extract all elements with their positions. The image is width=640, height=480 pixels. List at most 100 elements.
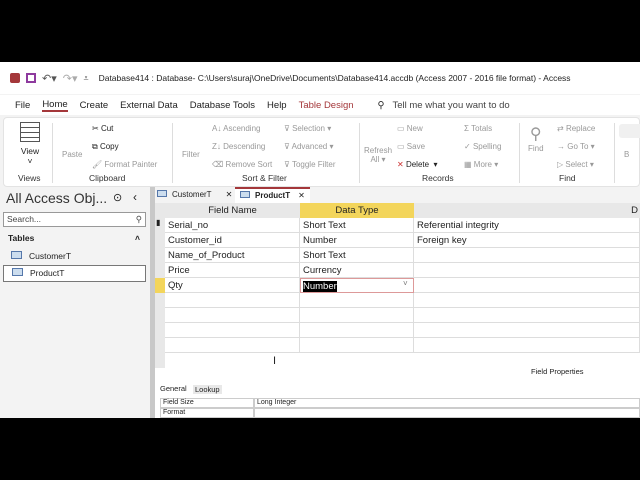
field-name-cell[interactable]: Qty [165,278,300,293]
datatype-dropdown-icon[interactable]: ˅ [403,279,408,288]
totals-button[interactable]: Σ Totals [464,124,492,133]
nav-item-customert[interactable]: CustomerT [3,248,146,264]
field-name-cell[interactable] [165,323,300,338]
search-icon: ⚲ [135,214,142,224]
cut-button[interactable]: ✂ Cut [92,124,113,133]
new-record-button[interactable]: ▭ New [397,124,423,133]
replace-button[interactable]: ⇄ Replace [557,124,595,133]
clipboard-group-label: Clipboard [89,173,126,183]
description-cell[interactable] [414,263,640,278]
font-box[interactable] [619,124,640,138]
select-button[interactable]: ▷ Select ▾ [557,160,594,169]
undo-icon[interactable]: ↶▾ [42,72,57,85]
field-name-cell[interactable]: Customer_id [165,233,300,248]
save-icon[interactable] [26,73,36,83]
description-cell[interactable] [414,308,640,323]
tell-me-input[interactable]: Tell me what you want to do [392,100,509,111]
tab-help[interactable]: Help [267,100,287,111]
table-icon [20,122,40,142]
ascending-button[interactable]: A↓ Ascending [212,124,260,133]
description-cell[interactable] [414,278,640,293]
spelling-button[interactable]: ✓ Spelling [464,142,501,151]
table-design-view: CustomerT ✕ ProductT ✕ ▮ Field Name Data T… [155,187,640,418]
menu-bar: File Home Create External Data Database … [0,95,640,115]
data-type-cell[interactable]: Currency [300,263,414,278]
collapse-icon: ˄ [135,233,140,243]
close-tab-icon[interactable]: ✕ [226,190,233,199]
nav-item-productt[interactable]: ProductT [3,265,146,282]
tables-section-header[interactable]: Tables ˄ [8,233,140,243]
nav-menu-icon[interactable]: ⊙ [113,191,122,204]
view-button[interactable]: View ˅ [16,122,44,166]
data-type-cell[interactable] [300,323,414,338]
current-row-indicator [155,278,165,293]
data-type-cell[interactable] [300,308,414,323]
data-type-cell[interactable]: Number [300,233,414,248]
field-name-cell[interactable] [165,308,300,323]
tab-home[interactable]: Home [42,99,68,112]
close-tab-icon[interactable]: ✕ [298,191,305,200]
description-cell[interactable] [414,338,640,353]
header-field-name[interactable]: Field Name [165,203,300,218]
doc-tab-productt[interactable]: ProductT ✕ [235,187,310,203]
delete-button[interactable]: ✕ Delete ▾ [397,160,438,169]
description-cell[interactable]: Referential integrity [414,218,640,233]
nav-search-input[interactable]: Search... ⚲ [3,212,146,227]
prop-field-size-value[interactable]: Long Integer [254,398,640,408]
redo-icon[interactable]: ↷▾ [63,72,78,85]
field-name-cell[interactable]: Name_of_Product [165,248,300,263]
table-icon [11,251,22,259]
ribbon: View ˅ Views Paste ✂ Cut ⧉ Copy 🖌 Format … [3,117,640,187]
description-cell[interactable] [414,248,640,263]
props-tab-lookup[interactable]: Lookup [193,385,222,394]
descending-button[interactable]: Z↓ Descending [212,142,265,151]
tab-create[interactable]: Create [80,100,109,111]
access-window: ↶▾ ↷▾ ⩡ Database414 : Database- C:\Users… [0,62,640,418]
customize-qat-icon[interactable]: ⩡ [84,73,89,84]
description-cell[interactable]: Foreign key [414,233,640,248]
data-type-cell[interactable]: Short Text [300,218,414,233]
paste-button[interactable]: Paste [62,150,82,159]
bold-button[interactable]: B [624,150,629,159]
tab-file[interactable]: File [15,100,30,111]
save-record-button[interactable]: ▭ Save [397,142,425,151]
field-name-cell[interactable]: Serial_no [165,218,300,233]
selection-button[interactable]: ⊽ Selection ▾ [284,124,331,133]
more-button[interactable]: ▦ More ▾ [464,160,498,169]
prop-field-size-label: Field Size [160,398,254,408]
goto-button[interactable]: → Go To ▾ [557,142,595,151]
table-icon [240,191,250,198]
remove-sort-button[interactable]: ⌫ Remove Sort [212,160,272,169]
prop-format-value[interactable] [254,408,640,418]
records-group-label: Records [422,173,454,183]
collapse-nav-icon[interactable]: ‹ [133,190,137,204]
data-type-cell[interactable] [300,293,414,308]
format-painter-button[interactable]: 🖌 Format Painter [92,160,157,169]
find-button[interactable]: ⚲ Find [528,124,544,153]
field-name-cell[interactable]: Price [165,263,300,278]
toggle-filter-button[interactable]: ⊽ Toggle Filter [284,160,336,169]
access-logo-icon [10,73,20,83]
description-cell[interactable] [414,323,640,338]
field-properties-title: Field Properties [531,367,584,376]
description-cell[interactable] [414,293,640,308]
tab-database-tools[interactable]: Database Tools [190,100,255,111]
data-type-cell[interactable] [300,338,414,353]
filter-button[interactable]: Filter [182,150,200,159]
field-name-cell[interactable] [165,338,300,353]
refresh-all-button[interactable]: Refresh All ▾ [364,146,392,164]
title-bar: ↶▾ ↷▾ ⩡ Database414 : Database- C:\Users… [0,62,640,94]
data-type-cell[interactable]: Short Text [300,248,414,263]
tab-table-design[interactable]: Table Design [299,100,354,111]
copy-button[interactable]: ⧉ Copy [92,142,119,152]
doc-tab-customert[interactable]: CustomerT ✕ [157,188,232,202]
data-type-cell[interactable]: Number [300,278,414,293]
find-group-label: Find [559,173,576,183]
advanced-button[interactable]: ⊽ Advanced ▾ [284,142,333,151]
table-icon [12,268,23,276]
tab-external-data[interactable]: External Data [120,100,178,111]
field-name-cell[interactable] [165,293,300,308]
props-tab-general[interactable]: General [160,384,187,393]
header-data-type[interactable]: Data Type [300,203,414,218]
header-description[interactable]: D [414,203,640,218]
